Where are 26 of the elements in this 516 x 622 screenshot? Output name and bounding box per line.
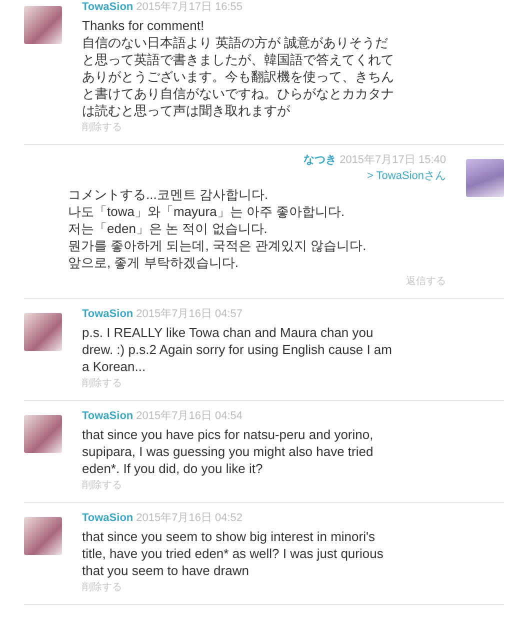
author-name[interactable]: TowaSion <box>82 308 134 320</box>
author-name[interactable]: TowaSion <box>82 512 134 524</box>
comment-text: p.s. I REALLY like Towa chan and Maura chan you drew. :) p.s.2 Again sorry for using English cause I am a Korean... <box>82 324 393 375</box>
reply-link[interactable]: 返信する <box>406 275 446 288</box>
delete-link[interactable]: 削除する <box>82 479 400 492</box>
comment-date: 2015年7月17日 16:55 <box>136 1 243 13</box>
comment-text: Thanks for comment! 自信のない日本語より 英語の方が 誠意がありそうだと思って英語で書きましたが、韓国語で答えてくれてありがとうございます。今も翻訳機を使って、きちんと書けてあり自信がないですね。ひらがなとカカタナは読むと思って声は聞き取れますが <box>82 17 395 119</box>
comment-date: 2015年7月16日 04:54 <box>136 410 243 422</box>
delete-link[interactable]: 削除する <box>82 121 400 134</box>
avatar-picture <box>24 415 62 453</box>
avatar-picture <box>24 517 62 555</box>
comment-date: 2015年7月16日 04:57 <box>136 308 243 320</box>
comment-text: コメントする...코멘트 감사합니다. 나도「towa」와「mayura」는 아주 좋아합니다. 저는「eden」은 논 적이 없습니다. 뭔가를 좋아하게 되는데, 국적은 관계있지 않습니다. 앞으로, 좋게 부탁하겠습니다. <box>68 186 368 271</box>
delete-link[interactable]: 削除する <box>82 377 400 390</box>
avatar-picture <box>24 6 62 44</box>
avatar-picture <box>466 159 504 197</box>
author-name[interactable]: なつき <box>304 154 337 166</box>
author-name[interactable]: TowaSion <box>82 410 134 422</box>
comment-text: that since you have pics for natsu-peru and yorino, supipara, I was guessing you might also have tried eden*. If you did, do you like it? <box>82 426 374 477</box>
avatar-picture <box>24 313 62 351</box>
comment-date: 2015年7月17日 15:40 <box>340 154 446 166</box>
comment-date: 2015年7月16日 04:52 <box>136 512 243 524</box>
comment-text: that since you seem to show big interest in minori's title, have you tried eden* as well? I was just qurious that you seem to have drawn <box>82 528 384 579</box>
delete-link[interactable]: 削除する <box>82 581 400 594</box>
reply-to-link[interactable]: > TowaSionさん <box>367 168 446 184</box>
author-name[interactable]: TowaSion <box>82 1 134 13</box>
